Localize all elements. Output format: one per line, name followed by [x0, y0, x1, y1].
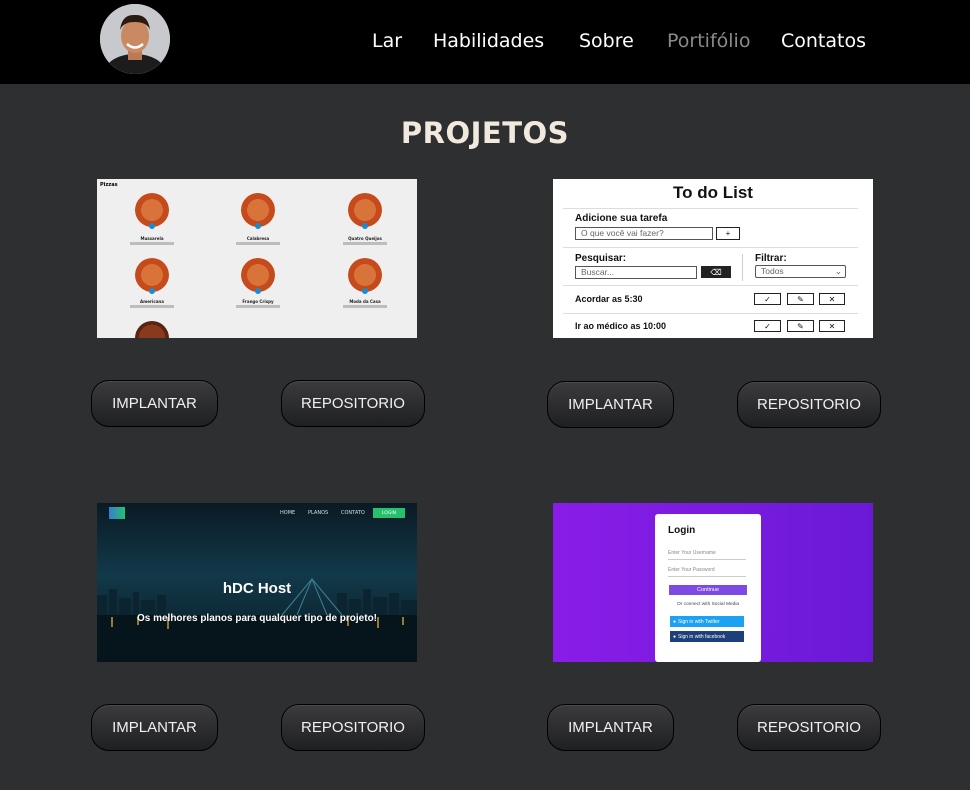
host-headline: hDC Host: [222, 580, 292, 597]
project-thumbnail-host: HOME PLANOS CONTATO LOGIN hDC Host Os me…: [97, 503, 417, 662]
divider: [742, 254, 743, 281]
pizza-image-icon: [348, 258, 382, 292]
host-tagline: Os melhores planos para qualquer tipo de…: [136, 613, 378, 624]
divider: [563, 208, 858, 209]
pizza-name: Americana: [140, 299, 164, 304]
add-icon: [149, 223, 155, 229]
twitter-signin-button: ● Sign in with Twitter: [670, 616, 744, 627]
deploy-button[interactable]: IMPLANTAR: [91, 704, 218, 751]
todo-search-label: Pesquisar:: [575, 253, 627, 264]
chevron-down-icon: ⌄: [834, 266, 842, 276]
login-preview-card: Login Enter Your Username Enter Your Pas…: [655, 514, 761, 662]
add-task-button: +: [716, 227, 740, 240]
todo-preview-title: To do List: [673, 183, 753, 202]
pizza-preview-heading: Pizzas: [100, 182, 118, 188]
add-icon: [362, 223, 368, 229]
pizza-image-icon: [241, 258, 275, 292]
top-navbar: Lar Habilidades Sobre Portifólio Contato…: [0, 0, 970, 84]
pizza-description: [236, 242, 280, 245]
nav-link-contatos[interactable]: Contatos: [781, 30, 866, 52]
nav-link-sobre[interactable]: Sobre: [579, 30, 634, 52]
repository-button[interactable]: REPOSITORIO: [737, 704, 881, 751]
todo-filter-label: Filtrar:: [755, 253, 787, 264]
repository-button[interactable]: REPOSITORIO: [281, 704, 425, 751]
login-preview-title: Login: [668, 525, 696, 536]
check-icon: ✓: [754, 293, 781, 305]
nav-link-habilidades[interactable]: Habilidades: [433, 30, 544, 52]
pizza-name: Quatro Queijos: [348, 236, 382, 241]
edit-icon: ✎: [787, 293, 814, 305]
pizza-name: Frango Crispy: [242, 299, 274, 304]
repository-button[interactable]: REPOSITORIO: [737, 381, 881, 428]
repository-button[interactable]: REPOSITORIO: [281, 380, 425, 427]
nav-link-portifolio[interactable]: Portifólio: [667, 30, 750, 52]
todo-filter-select: Todos ⌄: [755, 265, 846, 278]
pizza-description: [343, 305, 387, 308]
pizza-image-icon: [135, 258, 169, 292]
add-icon: [255, 223, 261, 229]
pizza-name: Moda da Casa: [349, 299, 381, 304]
edit-icon: ✎: [787, 320, 814, 332]
add-icon: [362, 288, 368, 294]
login-username-placeholder: Enter Your Username: [668, 550, 716, 556]
todo-filter-value: Todos: [761, 266, 784, 276]
pizza-image-icon: [241, 193, 275, 227]
page-title: PROJETOS: [400, 116, 570, 150]
facebook-signin-label: Sign in with facebook: [678, 633, 726, 640]
pizza-image-icon: [348, 193, 382, 227]
todo-task-label: Acordar as 5:30: [575, 294, 643, 304]
project-thumbnail-pizza: Pizzas Mussarela Calabresa Quatro Queijo…: [97, 179, 417, 338]
project-thumbnail-login: Login Enter Your Username Enter Your Pas…: [553, 503, 873, 662]
pizza-name: Mussarela: [140, 236, 164, 241]
main-nav: Lar Habilidades Sobre Portifólio Contato…: [0, 30, 970, 54]
divider: [668, 576, 746, 577]
login-continue-button: Continue: [669, 585, 747, 595]
facebook-signin-button: ● Sign in with facebook: [670, 631, 744, 642]
nav-link-lar[interactable]: Lar: [372, 30, 402, 52]
check-icon: ✓: [754, 320, 781, 332]
pizza-description: [130, 305, 174, 308]
todo-task-label: Ir ao médico as 10:00: [575, 321, 667, 331]
login-password-placeholder: Enter Your Password: [668, 567, 715, 573]
divider: [563, 285, 858, 286]
pizza-image-icon: [135, 321, 169, 338]
add-icon: [149, 288, 155, 294]
todo-search-input: Buscar...: [575, 266, 697, 279]
twitter-icon: ●: [673, 618, 677, 625]
close-icon: ✕: [819, 320, 845, 332]
deploy-button[interactable]: IMPLANTAR: [547, 704, 674, 751]
deploy-button[interactable]: IMPLANTAR: [91, 380, 218, 427]
deploy-button[interactable]: IMPLANTAR: [547, 381, 674, 428]
login-social-text: Or connect with Social Media: [676, 602, 740, 607]
divider: [668, 559, 746, 560]
pizza-description: [236, 305, 280, 308]
pizza-image-icon: [135, 193, 169, 227]
clear-search-icon: ⌫: [701, 266, 731, 278]
divider: [563, 313, 858, 314]
pizza-description: [343, 242, 387, 245]
facebook-icon: ●: [673, 633, 677, 640]
project-thumbnail-todo: To do List Adicione sua tarefa O que voc…: [553, 179, 873, 338]
pizza-description: [130, 242, 174, 245]
todo-add-input: O que você vai fazer?: [575, 227, 713, 240]
twitter-signin-label: Sign in with Twitter: [678, 618, 720, 625]
add-icon: [255, 288, 261, 294]
todo-add-label: Adicione sua tarefa: [575, 213, 668, 224]
pizza-name: Calabresa: [246, 236, 270, 241]
close-icon: ✕: [819, 293, 845, 305]
divider: [563, 247, 858, 248]
